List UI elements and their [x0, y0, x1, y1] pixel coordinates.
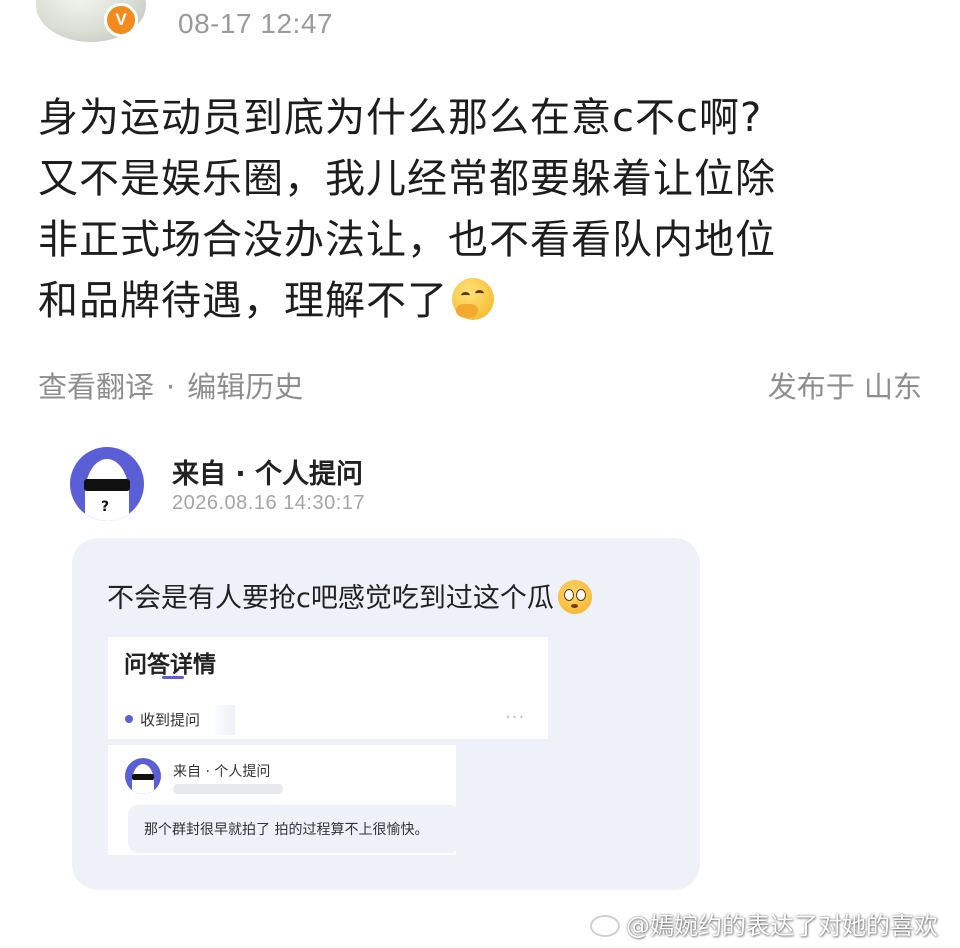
received-label: 收到提问	[140, 711, 201, 729]
separator-dot: ·	[166, 370, 176, 404]
watermark-text: @嫣婉约的表达了对她的喜欢	[626, 912, 938, 940]
answer-text: 那个群封很早就拍了 拍的过程算不上很愉快。	[144, 822, 429, 838]
verified-badge-icon: V	[104, 3, 138, 37]
flushed-face-icon	[557, 580, 592, 614]
post-line: 身为运动员到底为什么那么在意c不c啊?	[38, 95, 763, 141]
translate-link[interactable]: 查看翻译	[38, 370, 154, 404]
question-text: 不会是有人要抢c吧感觉吃到过这个瓜	[107, 576, 592, 615]
more-icon: ···	[505, 707, 526, 728]
status-dot-icon	[125, 715, 133, 723]
inner-asker-avatar	[125, 758, 161, 794]
post-line-text: 和品牌待遇，理解不了	[38, 278, 448, 324]
post-actions: 查看翻译 · 编辑历史	[38, 364, 303, 406]
weibo-logo-icon	[590, 915, 620, 937]
weibo-watermark: @嫣婉约的表达了对她的喜欢	[590, 906, 938, 941]
title-underline	[162, 676, 184, 679]
post-body: 身为运动员到底为什么那么在意c不c啊? 又不是娱乐圈，我儿经常都要躲着让位除 非…	[38, 88, 918, 332]
inner-question-source: 来自 · 个人提问	[173, 764, 271, 780]
inner-page-title: 问答详情	[124, 652, 216, 678]
post-line: 和品牌待遇，理解不了	[38, 271, 918, 332]
asker-avatar: ?	[70, 447, 144, 521]
thinking-face-icon	[452, 278, 494, 320]
blurred-date	[173, 784, 283, 794]
post-location: 发布于 山东	[767, 370, 922, 404]
question-source: 来自 · 个人提问	[172, 459, 364, 490]
question-date: 2026.08.16 14:30:17	[172, 492, 366, 514]
post-timestamp: 08-17 12:47	[178, 8, 333, 39]
post-line: 非正式场合没办法让，也不看看队内地位	[38, 217, 776, 263]
post-line: 又不是娱乐圈，我儿经常都要躲着让位除	[38, 156, 776, 202]
question-text-label: 不会是有人要抢c吧感觉吃到过这个瓜	[107, 583, 554, 614]
edit-history-link[interactable]: 编辑历史	[187, 370, 303, 404]
